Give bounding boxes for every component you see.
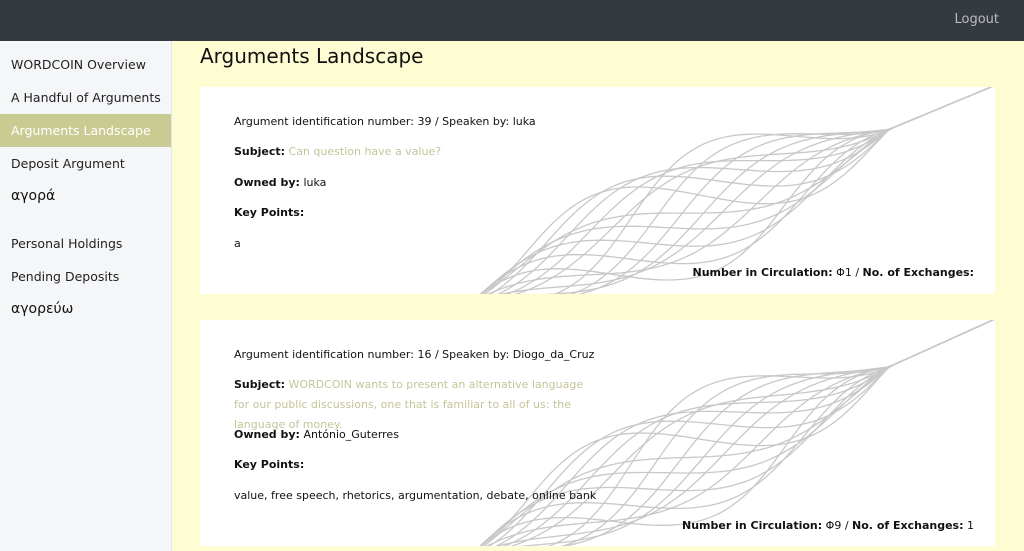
wave-line [487,87,993,294]
owned-by-label: Owned by: [234,428,300,441]
exchanges-label: No. of Exchanges: [852,519,964,532]
subject-label: Subject: [234,145,286,158]
top-bar: Logout [0,0,1024,41]
sidebar-item-deposit-argument[interactable]: Deposit Argument [0,147,171,180]
subject-text: Can question have a value? [288,145,442,158]
argument-id-line: Argument identification number: 16 / Spe… [234,348,595,361]
stats-separator: / [844,519,849,532]
sidebar-item-pending-deposits[interactable]: Pending Deposits [0,260,171,293]
logout-link[interactable]: Logout [954,12,999,27]
key-points-value: value, free speech, rhetorics, argumenta… [234,489,597,502]
argument-subject: Subject: WORDCOIN wants to present an al… [234,375,594,435]
owned-by-label: Owned by: [234,176,300,189]
circulation-stats: Number in Circulation: Φ1 / No. of Excha… [693,266,975,279]
exchanges-label: No. of Exchanges: [862,266,974,279]
owned-by-value: luka [303,176,327,189]
sidebar-item-handful-of-arguments[interactable]: A Handful of Arguments [0,81,171,114]
subject-text: WORDCOIN wants to present an alternative… [234,378,584,431]
sidebar-item-agora[interactable]: αγορά [0,180,171,213]
sidebar-item-arguments-landscape[interactable]: Arguments Landscape [0,114,171,147]
key-points-value: a [234,237,241,250]
circulation-value: Φ9 [825,519,842,532]
argument-subject: Subject: Can question have a value? [234,142,594,162]
argument-owner: Owned by: António_Guterres [234,428,399,441]
sidebar-item-agoreuo[interactable]: αγορεύω [0,293,171,326]
stats-separator: / [855,266,860,279]
circulation-label: Number in Circulation: [682,519,823,532]
argument-card: Argument identification number: 39 / Spe… [200,87,995,294]
exchanges-value: 1 [967,519,974,532]
circulation-stats: Number in Circulation: Φ9 / No. of Excha… [682,519,974,532]
sidebar-item-wordcoin-overview[interactable]: WORDCOIN Overview [0,48,171,81]
argument-card: Argument identification number: 16 / Spe… [200,320,995,546]
argument-id-line: Argument identification number: 39 / Spe… [234,115,536,128]
circulation-label: Number in Circulation: [692,266,833,279]
circulation-value: Φ1 [836,266,852,279]
subject-label: Subject: [234,378,286,391]
key-points-label: Key Points: [234,206,305,219]
argument-owner: Owned by: luka [234,176,326,189]
sidebar: WORDCOIN Overview A Handful of Arguments… [0,41,172,551]
sidebar-item-personal-holdings[interactable]: Personal Holdings [0,227,171,260]
owned-by-value: António_Guterres [303,428,399,441]
page-title: Arguments Landscape [200,44,424,68]
key-points-label: Key Points: [234,458,305,471]
